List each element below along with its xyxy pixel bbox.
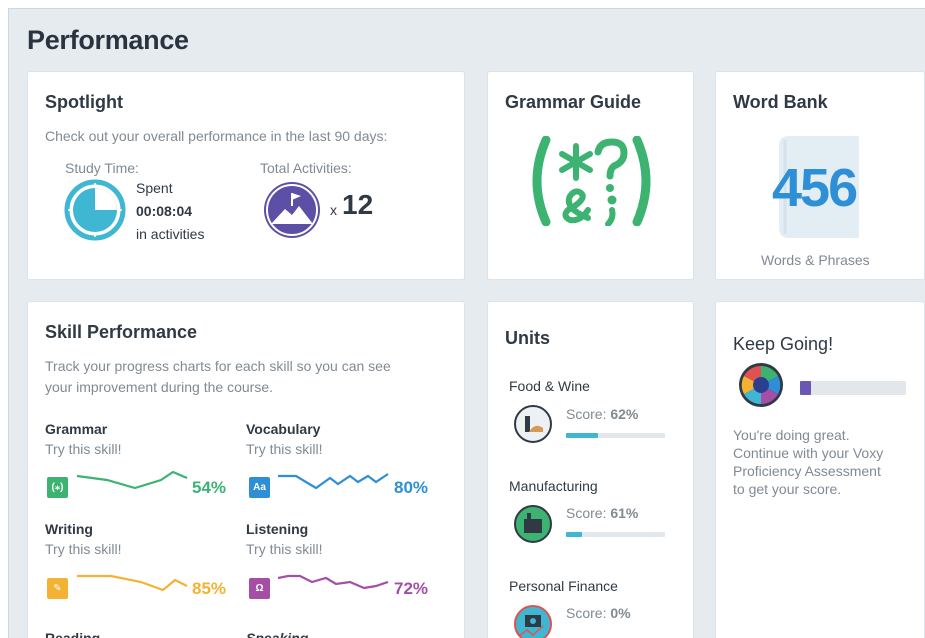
- word-bank-caption: Words & Phrases: [761, 252, 870, 268]
- activities-multiplier: x: [330, 202, 337, 218]
- writing-sparkline: [77, 574, 188, 592]
- keep-going-message-line4: to get your score.: [733, 481, 842, 497]
- skill-cta[interactable]: Try this skill!: [45, 441, 121, 457]
- spotlight-title: Spotlight: [45, 92, 123, 112]
- writing-percent: 85%: [192, 579, 227, 598]
- unit-score: 0%: [610, 605, 631, 621]
- units-title: Units: [505, 328, 550, 348]
- skill-name: Listening: [246, 521, 309, 537]
- word-bank-card[interactable]: Word Bank 456 Words & Phrases: [715, 71, 925, 280]
- skill-cta[interactable]: Try this skill!: [246, 541, 322, 557]
- pencil-icon: ✎: [47, 578, 68, 599]
- keep-going-message-line1: You're doing great.: [733, 427, 850, 443]
- units-card: Units Food & Wine Score: 62% Manufacturi…: [487, 301, 694, 638]
- word-count: 456: [772, 158, 858, 218]
- score-prefix: Score:: [566, 505, 607, 521]
- assessment-progress-track: [800, 381, 906, 395]
- score-prefix: Score:: [566, 406, 607, 422]
- vocabulary-percent: 80%: [394, 478, 429, 497]
- skill-description-line2: your improvement during the course.: [45, 379, 273, 395]
- unit-score: 62%: [610, 406, 639, 422]
- unit-progress-track: [566, 433, 665, 438]
- unit-name: Personal Finance: [509, 578, 618, 594]
- skill-performance-card: Skill Performance Track your progress ch…: [27, 301, 465, 638]
- keep-going-message-line2: Continue with your Voxy: [733, 445, 884, 461]
- skill-performance-title: Skill Performance: [45, 322, 198, 342]
- spotlight-description: Check out your overall performance in th…: [45, 128, 388, 144]
- keep-going-card[interactable]: Keep Going! You're doing great. Continue…: [715, 301, 925, 638]
- spent-suffix: in activities: [136, 226, 205, 242]
- keep-going-message-line3: Proficiency Assessment: [733, 463, 881, 479]
- vocabulary-icon: Aa: [249, 477, 270, 498]
- mountain-flag-icon: [264, 182, 320, 238]
- study-time-label: Study Time:: [65, 160, 139, 176]
- unit-progress-track: [566, 532, 665, 537]
- vocabulary-sparkline: [278, 473, 389, 490]
- unit-score: 61%: [610, 505, 639, 521]
- performance-page: Performance Spotlight Check out your ove…: [8, 8, 925, 638]
- skill-cta[interactable]: Try this skill!: [246, 441, 322, 457]
- study-time-value: 00:08:04: [136, 203, 193, 219]
- grammar-icon: (⁎): [47, 477, 68, 498]
- grammar-guide-icon: [532, 136, 651, 226]
- manufacturing-icon: [514, 505, 552, 543]
- page-title: Performance: [27, 25, 189, 55]
- grammar-guide-card[interactable]: Grammar Guide: [487, 71, 694, 280]
- word-bank-title: Word Bank: [733, 92, 828, 112]
- skill-cta[interactable]: Try this skill!: [45, 541, 121, 557]
- keep-going-title: Keep Going!: [733, 334, 834, 354]
- food-wine-icon: [514, 405, 552, 443]
- headphones-icon: Ω: [249, 578, 270, 599]
- unit-name: Food & Wine: [509, 378, 590, 394]
- skill-name: Vocabulary: [246, 421, 321, 437]
- assessment-progress-fill: [800, 381, 811, 395]
- clock-icon: [64, 179, 126, 241]
- skill-name: Writing: [45, 521, 93, 537]
- money-icon: [514, 605, 552, 638]
- score-prefix: Score:: [566, 605, 607, 621]
- skill-name: Grammar: [45, 421, 108, 437]
- skill-reading[interactable]: Reading: [45, 630, 100, 638]
- total-activities-label: Total Activities:: [260, 160, 352, 176]
- unit-progress-fill: [566, 433, 598, 438]
- listening-percent: 72%: [394, 579, 429, 598]
- skill-description-line1: Track your progress charts for each skil…: [45, 358, 391, 374]
- unit-progress-fill: [566, 532, 582, 537]
- spent-label: Spent: [136, 180, 173, 196]
- skill-speaking[interactable]: Speaking: [246, 630, 308, 638]
- activities-count: 12: [342, 189, 374, 220]
- unit-name: Manufacturing: [509, 478, 598, 494]
- spotlight-card: Spotlight Check out your overall perform…: [27, 71, 465, 280]
- assessment-wheel-icon: [739, 363, 783, 407]
- grammar-sparkline: [77, 470, 188, 490]
- grammar-percent: 54%: [192, 478, 227, 497]
- grammar-guide-title: Grammar Guide: [505, 92, 642, 112]
- listening-sparkline: [278, 574, 389, 590]
